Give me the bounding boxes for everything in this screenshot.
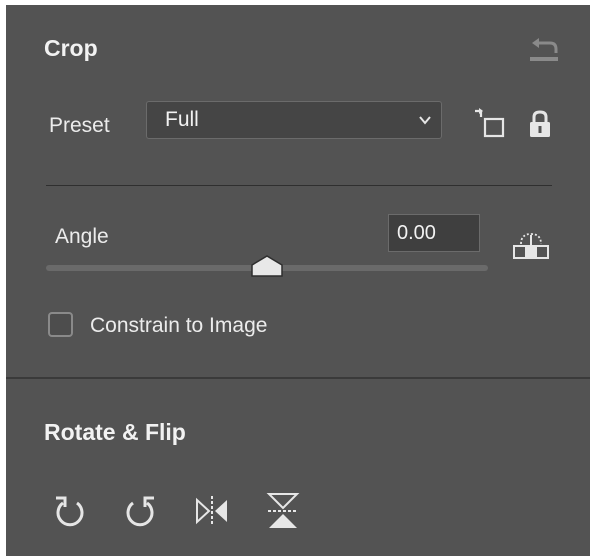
chevron-down-icon [419,116,431,125]
flip-vertical-icon[interactable] [264,490,302,532]
section-divider [6,377,590,379]
crop-title: Crop [44,35,98,61]
flip-horizontal-icon[interactable] [193,490,231,532]
constrain-to-image-checkbox[interactable] [48,312,73,337]
angle-slider-thumb[interactable] [250,255,284,277]
preset-label: Preset [49,114,110,137]
constrain-to-image-label: Constrain to Image [90,314,268,337]
divider [46,185,552,186]
angle-input[interactable] [388,214,480,252]
preset-dropdown[interactable]: Full [146,101,442,139]
lock-icon[interactable] [526,109,554,139]
rotate-flip-title: Rotate & Flip [44,419,186,445]
reset-icon[interactable] [526,35,560,63]
preset-value: Full [165,108,199,131]
straighten-level-icon[interactable] [511,230,551,264]
swap-aspect-ratio-icon[interactable] [471,107,507,139]
rotate-right-icon[interactable] [122,490,160,532]
rotate-left-icon[interactable] [50,490,88,532]
angle-label: Angle [55,225,109,248]
angle-slider[interactable] [46,255,488,277]
crop-panel: Crop Preset Full Angle Constrain to [6,5,590,556]
